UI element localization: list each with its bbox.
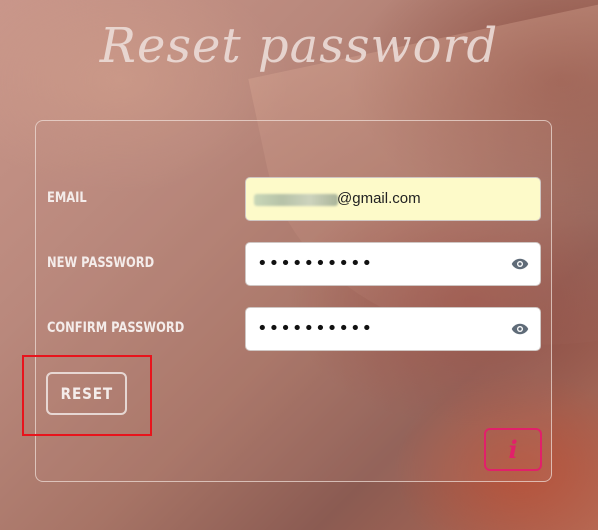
page-title: Reset password <box>99 18 499 74</box>
new-password-label: NEW PASSWORD <box>47 255 155 271</box>
confirm-password-label: CONFIRM PASSWORD <box>47 320 185 336</box>
info-icon: i <box>508 434 518 464</box>
eye-icon[interactable] <box>511 257 529 271</box>
reset-button-label: RESET <box>60 384 113 403</box>
email-field[interactable]: @gmail.com <box>245 177 541 221</box>
email-value: @gmail.com <box>337 190 421 207</box>
email-redacted-portion <box>254 194 338 206</box>
confirm-password-value: •••••••••• <box>257 318 374 339</box>
new-password-value: •••••••••• <box>257 253 374 274</box>
new-password-field[interactable]: •••••••••• <box>245 242 541 286</box>
info-button[interactable]: i <box>484 428 542 471</box>
eye-icon[interactable] <box>511 322 529 336</box>
email-label: EMAIL <box>47 190 87 206</box>
reset-button[interactable]: RESET <box>46 372 127 415</box>
confirm-password-field[interactable]: •••••••••• <box>245 307 541 351</box>
reset-password-form: EMAIL @gmail.com NEW PASSWORD ••••••••••… <box>35 120 552 482</box>
